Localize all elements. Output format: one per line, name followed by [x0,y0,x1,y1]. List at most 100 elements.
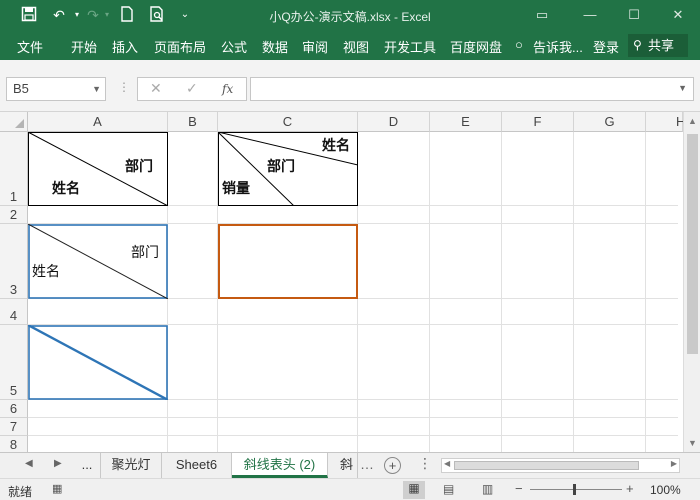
expand-formula-icon[interactable]: ▼ [678,83,687,93]
row-header-3[interactable]: 3 [0,224,28,299]
share-label: 共享 [648,38,675,53]
ribbon-display-icon[interactable]: ▭ [530,4,554,26]
header-label-name: 姓名 [32,263,60,279]
maximize-icon[interactable]: ☐ [622,4,646,26]
tab-page-layout[interactable]: 页面布局 [154,37,206,56]
status-bar: 就绪 ▦ ▦ ▤ ▥ − + 100% [0,478,700,500]
column-header-h[interactable]: H [646,112,685,132]
row-number: 2 [9,207,18,222]
sheet-tabs-bar: ◀ ▶ ... 聚光灯 Sheet6 斜线表头 (2) 斜 … + ⋮ ◀ ▶ [0,452,700,478]
tab-developer[interactable]: 开发工具 [384,37,436,56]
status-ready: 就绪 [8,485,33,499]
sheet-tab-spotlight[interactable]: 聚光灯 [100,453,162,478]
tab-home[interactable]: 开始 [71,37,97,56]
column-header-e[interactable]: E [430,112,502,132]
row-number: 5 [9,383,18,398]
select-all-corner[interactable] [0,112,28,132]
scroll-right-icon[interactable]: ▶ [671,459,677,468]
zoom-in-icon[interactable]: + [626,481,634,496]
tab-splitter-icon[interactable]: ⋮ [418,455,432,472]
scroll-thumb[interactable] [454,461,639,470]
name-box[interactable]: B5 ▼ [6,77,106,101]
cell-c3[interactable] [218,224,358,299]
header-label-sales: 销量 [222,180,250,196]
cancel-icon[interactable]: ✕ [150,80,162,97]
excel-window: ↶ ▾ ↷ ▾ ⌄ 小Q办公-演示文稿.xlsx - Excel ▭ — ☐ ✕… [0,0,700,500]
header-label-name: 姓名 [52,180,80,196]
row-number: 6 [9,401,18,416]
diagonal-border [28,325,168,400]
zoom-level[interactable]: 100% [650,483,681,497]
more-tabs-icon[interactable]: … [360,456,374,472]
sheet-tab-diagonal-header-2[interactable]: 斜线表头 (2) [232,453,328,478]
tab-formulas[interactable]: 公式 [221,37,247,56]
share-button[interactable]: ⚲ 共享 [628,34,688,57]
zoom-out-icon[interactable]: − [515,481,523,496]
formula-bar: B5 ▼ ⋮ ✕ ✓ fx ▼ [0,60,700,112]
row-header-4[interactable]: 4 [0,299,28,325]
row-number: 8 [9,437,18,452]
gridline [573,132,574,452]
row-number: 1 [9,189,18,204]
formula-bar-grip-icon[interactable]: ⋮ [118,80,130,94]
row-header-8[interactable]: 8 [0,436,28,452]
person-icon: ⚲ [633,38,642,52]
tab-file[interactable]: 文件 [17,37,43,56]
scroll-tabs-right-icon[interactable]: ▶ [54,458,62,469]
header-label-dept: 部门 [267,158,295,174]
cell-a1[interactable]: 部门 姓名 [28,132,168,206]
page-break-view-icon[interactable]: ▥ [482,482,493,496]
gridline [28,435,678,436]
close-icon[interactable]: ✕ [666,4,690,26]
enter-icon[interactable]: ✓ [186,80,198,97]
add-sheet-button[interactable]: + [384,457,401,474]
sheet-tab-sheet6[interactable]: Sheet6 [162,453,232,478]
cell-a3[interactable]: 部门 姓名 [28,224,168,299]
column-header-c[interactable]: C [218,112,358,132]
scroll-tabs-left-icon[interactable]: ◀ [25,458,33,469]
scroll-up-icon[interactable]: ▲ [688,116,697,126]
tab-view[interactable]: 视图 [343,37,369,56]
worksheet-grid[interactable]: A B C D E F G H 1 2 3 4 5 6 7 8 部门 姓名 姓名… [0,112,700,452]
sheet-tab-partial[interactable]: 斜 [328,453,358,478]
header-label-name: 姓名 [322,137,350,153]
column-header-g[interactable]: G [574,112,646,132]
page-layout-view-icon[interactable]: ▤ [443,482,454,496]
normal-view-icon[interactable]: ▦ [403,481,425,499]
horizontal-scrollbar[interactable]: ◀ ▶ [441,458,680,473]
column-header-f[interactable]: F [502,112,574,132]
column-header-b[interactable]: B [168,112,218,132]
row-header-7[interactable]: 7 [0,418,28,436]
chevron-down-icon[interactable]: ▼ [92,78,101,100]
row-header-1[interactable]: 1 [0,132,28,206]
column-header-d[interactable]: D [358,112,430,132]
row-header-2[interactable]: 2 [0,206,28,224]
formula-input[interactable]: ▼ [250,77,694,101]
tab-review[interactable]: 审阅 [302,37,328,56]
row-number: 7 [9,419,18,434]
tab-baidu-netdisk[interactable]: 百度网盘 [450,37,502,56]
scroll-thumb[interactable] [687,134,698,354]
selection-border [218,224,358,299]
tab-insert[interactable]: 插入 [112,37,138,56]
macro-record-icon[interactable]: ▦ [52,482,62,495]
more-sheets-ellipsis[interactable]: ... [74,453,100,478]
gridline [429,132,430,452]
cell-a5[interactable] [28,325,168,400]
sign-in-link[interactable]: 登录 [593,37,619,56]
scroll-left-icon[interactable]: ◀ [444,459,450,468]
lightbulb-icon: ○ [515,37,523,52]
tab-data[interactable]: 数据 [262,37,288,56]
name-box-value: B5 [13,81,29,96]
row-header-6[interactable]: 6 [0,400,28,418]
minimize-icon[interactable]: — [578,4,602,26]
tell-me-search[interactable]: 告诉我... [533,37,583,56]
insert-function-icon[interactable]: fx [222,82,233,96]
row-header-5[interactable]: 5 [0,325,28,400]
zoom-slider[interactable] [530,484,622,495]
column-header-a[interactable]: A [28,112,168,132]
zoom-slider-thumb[interactable] [573,484,576,495]
scroll-down-icon[interactable]: ▼ [688,438,697,448]
vertical-scrollbar[interactable]: ▲ ▼ [683,112,700,452]
cell-c1[interactable]: 姓名 部门 销量 [218,132,358,206]
